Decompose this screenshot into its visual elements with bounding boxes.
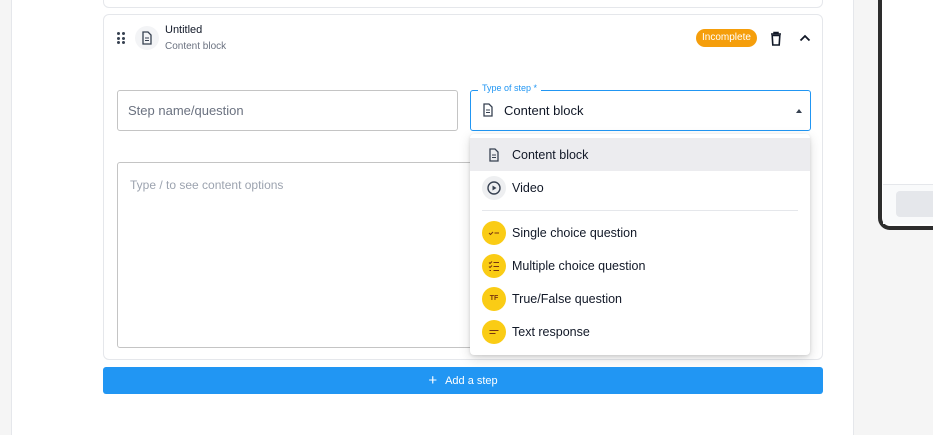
option-label: Single choice question xyxy=(512,225,638,240)
option-text-response[interactable]: Text response xyxy=(470,315,810,348)
option-label: Text response xyxy=(512,324,590,339)
phone-preview-button[interactable] xyxy=(896,191,933,217)
single-choice-icon xyxy=(482,220,506,245)
step-type-dropdown: Content block Video Single choice questi… xyxy=(470,134,810,355)
option-true-false[interactable]: TF True/False question xyxy=(470,282,810,315)
add-step-button[interactable]: + Add a step xyxy=(103,367,823,394)
step-name-input[interactable] xyxy=(117,90,458,131)
previous-step-card[interactable] xyxy=(103,0,823,8)
option-label: True/False question xyxy=(512,291,623,306)
step-type-value: Content block xyxy=(504,103,584,118)
option-label: Content block xyxy=(512,147,589,162)
option-label: Multiple choice question xyxy=(512,258,646,273)
drag-handle-icon[interactable] xyxy=(117,32,125,44)
caret-up-icon[interactable] xyxy=(796,109,802,113)
trash-icon[interactable] xyxy=(767,28,785,48)
step-title: Untitled xyxy=(165,24,203,36)
text-lines-icon xyxy=(482,319,506,344)
step-type-label: Type of step * xyxy=(478,83,542,93)
option-video[interactable]: Video xyxy=(470,171,810,204)
option-single-choice[interactable]: Single choice question xyxy=(470,216,810,249)
step-type-select[interactable]: Type of step * Content block xyxy=(470,83,811,131)
editor-placeholder: Type / to see content options xyxy=(130,178,284,192)
document-icon xyxy=(135,26,159,50)
add-step-label: Add a step xyxy=(445,374,498,387)
option-content-block[interactable]: Content block xyxy=(470,138,810,171)
option-multiple-choice[interactable]: Multiple choice question xyxy=(470,249,810,282)
document-icon xyxy=(482,143,506,167)
chevron-up-icon[interactable] xyxy=(796,28,814,48)
dropdown-divider xyxy=(482,210,798,211)
left-panel xyxy=(0,0,12,435)
true-false-icon: TF xyxy=(482,286,506,311)
document-icon xyxy=(482,103,494,122)
checklist-icon xyxy=(482,253,506,278)
plus-icon: + xyxy=(428,372,438,389)
option-label: Video xyxy=(512,180,544,195)
status-badge: Incomplete xyxy=(696,29,757,47)
step-subtitle: Content block xyxy=(165,41,227,52)
content-editor[interactable]: Type / to see content options xyxy=(117,162,477,348)
play-circle-icon xyxy=(482,175,506,200)
